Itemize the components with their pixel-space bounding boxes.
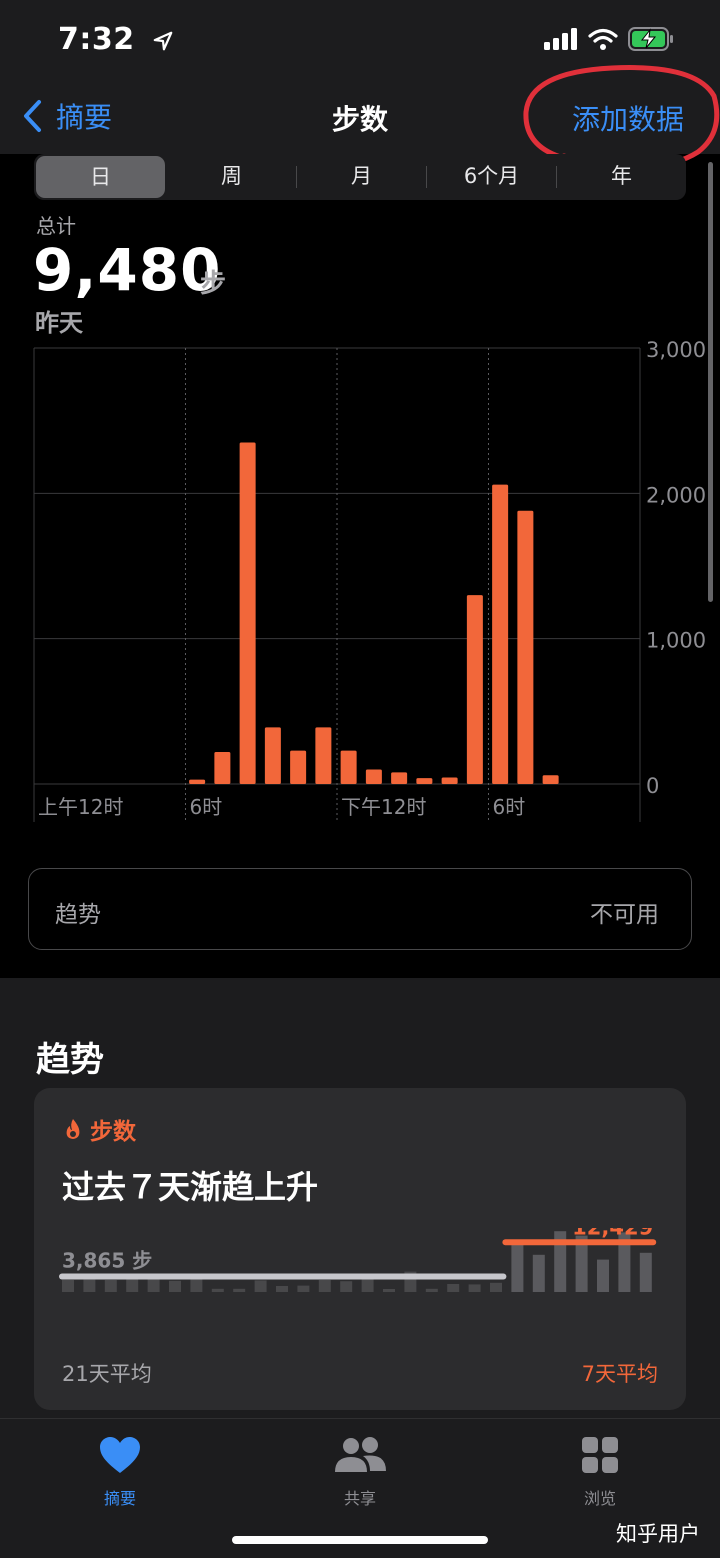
tab-summary-label: 摘要 <box>103 1489 136 1508</box>
people-icon <box>335 1437 386 1472</box>
bar <box>239 442 256 784</box>
segment-week[interactable]: 周 <box>167 154 296 200</box>
period-segmented-control: 日 周 月 6个月 年 <box>34 154 686 200</box>
mini-bar-21-day <box>211 1288 224 1292</box>
tab-sharing-label: 共享 <box>343 1489 376 1508</box>
grid-icon <box>582 1437 618 1473</box>
mini-bar-21-day <box>490 1282 502 1292</box>
bar <box>340 750 357 784</box>
bar <box>365 769 382 784</box>
mini-bar-21-day <box>83 1279 96 1292</box>
mini-bar-21-day <box>383 1289 395 1292</box>
mini-bar-7-day <box>597 1259 609 1292</box>
mini-bar-21-day <box>126 1279 139 1292</box>
trends-section-title: 趋势 <box>36 1040 104 1080</box>
mini-bar-21-day <box>340 1281 353 1292</box>
y-tick-label: 1,000 <box>646 629 706 653</box>
trend-row-label: 趋势 <box>55 902 101 928</box>
card-headline: 过去７天渐趋上升 <box>62 1168 319 1206</box>
x-tick-label: 上午12时 <box>38 795 123 819</box>
bar <box>290 750 307 784</box>
x-tick-label: 6时 <box>190 795 223 819</box>
avg-7-day-value: 12,429 <box>572 1228 653 1239</box>
bar <box>416 778 433 784</box>
mini-bar-7-day <box>639 1252 652 1292</box>
y-tick-label: 0 <box>646 774 659 798</box>
mini-bar-21-day <box>169 1280 181 1292</box>
trend-row-value: 不可用 <box>590 902 659 928</box>
segment-6-months[interactable]: 6个月 <box>427 154 556 200</box>
tab-summary[interactable]: 摘要 <box>60 1433 180 1509</box>
bar <box>542 775 559 784</box>
time-label: 7:32 <box>58 22 135 57</box>
mini-bar-21-day <box>104 1280 117 1292</box>
mini-bar-21-day <box>318 1280 331 1292</box>
total-unit: 步 <box>200 269 227 299</box>
mini-bar-7-day <box>532 1254 545 1292</box>
mini-bar-21-day <box>425 1288 438 1292</box>
mini-bar-21-day <box>147 1277 160 1292</box>
segment-year[interactable]: 年 <box>557 154 686 200</box>
mini-bar-21-day <box>233 1288 246 1292</box>
bar <box>315 727 332 784</box>
y-tick-label: 2,000 <box>646 483 706 507</box>
trends-section: 趋势 步数 过去７天渐趋上升 3,865 步 12,429 21天平均 7天平均 <box>0 978 720 1418</box>
x-tick-label: 下午12时 <box>341 795 426 819</box>
mini-bar-7-day <box>511 1240 524 1292</box>
home-indicator[interactable] <box>232 1536 488 1544</box>
steps-trend-card[interactable]: 步数 过去７天渐趋上升 3,865 步 12,429 21天平均 7天平均 <box>34 1088 686 1410</box>
total-value: 9,480 <box>33 236 222 304</box>
mini-bar-21-day <box>447 1284 460 1292</box>
avg-7-day-label: 7天平均 <box>581 1362 658 1386</box>
card-category-label: 步数 <box>90 1119 136 1145</box>
mini-bar-21-day <box>276 1286 288 1292</box>
watermark-label: 知乎用户 <box>616 1522 700 1546</box>
mini-bar-21-day <box>254 1280 267 1292</box>
tab-sharing[interactable]: 共享 <box>300 1433 420 1509</box>
bar <box>492 484 509 784</box>
tab-browse[interactable]: 浏览 <box>540 1433 660 1509</box>
card-category: 步数 <box>64 1112 136 1146</box>
navigation-bar: 摘要 步数 添加数据 <box>0 82 720 154</box>
status-bar: 7:32 <box>0 0 720 82</box>
segment-month[interactable]: 月 <box>297 154 426 200</box>
trend-mini-chart: 3,865 步 12,429 <box>59 1228 657 1292</box>
mini-bar-21-day <box>468 1284 481 1292</box>
bar <box>466 595 483 784</box>
bar <box>517 510 534 784</box>
flame-icon <box>66 1119 80 1139</box>
bar <box>264 727 281 784</box>
segment-day[interactable]: 日 <box>36 156 165 198</box>
steps-hourly-chart[interactable]: 3,000 2,000 1,000 0 上午12时 6时 下午12时 6时 <box>0 330 720 830</box>
bar <box>391 772 408 784</box>
battery-charging-icon <box>628 27 673 51</box>
y-tick-label: 3,000 <box>646 338 706 362</box>
tab-browse-label: 浏览 <box>583 1489 616 1508</box>
bar <box>441 777 458 784</box>
bar <box>189 779 206 784</box>
cellular-signal-icon <box>544 28 577 50</box>
total-label: 总计 <box>36 214 76 238</box>
mini-bar-21-day <box>297 1285 310 1292</box>
heart-icon <box>100 1437 140 1473</box>
status-time: 7:32 <box>58 22 174 57</box>
location-arrow-icon <box>153 31 172 51</box>
mini-bar-21-day <box>62 1280 74 1292</box>
trend-row[interactable]: 趋势 不可用 <box>28 868 692 950</box>
add-data-button[interactable]: 添加数据 <box>572 98 684 138</box>
avg-21-day-value: 3,865 步 <box>62 1249 152 1273</box>
avg-21-day-label: 21天平均 <box>62 1362 152 1386</box>
status-icons <box>544 27 674 51</box>
wifi-icon <box>588 28 618 50</box>
bar <box>214 752 231 784</box>
x-tick-label: 6时 <box>493 795 526 819</box>
